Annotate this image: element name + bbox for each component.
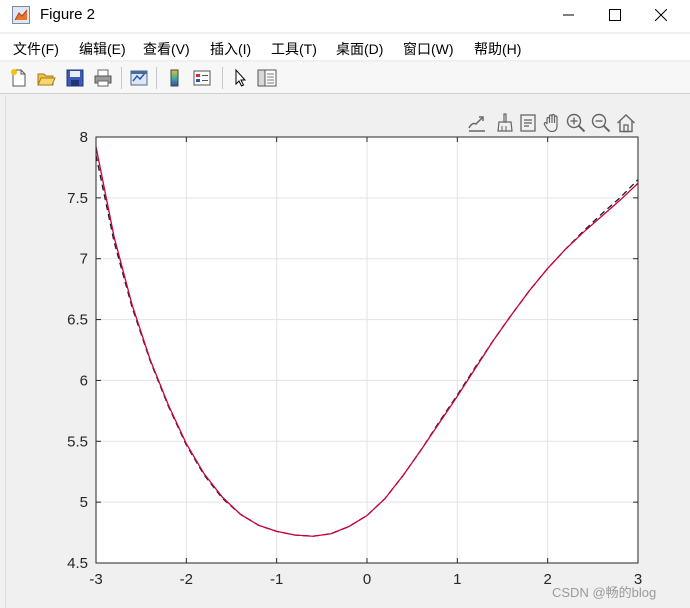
y-tick-label: 6.5	[67, 312, 88, 329]
x-tick-label: -2	[180, 571, 193, 588]
y-tick-label: 4.5	[67, 555, 88, 572]
y-tick-label: 6	[80, 372, 88, 389]
y-tick-label: 7.5	[67, 190, 88, 207]
watermark-text: CSDN @畅的blog	[552, 585, 657, 600]
y-tick-label: 7	[80, 251, 88, 268]
x-tick-label: -1	[270, 571, 283, 588]
y-tick-label: 5.5	[67, 433, 88, 450]
x-tick-label: -3	[89, 571, 102, 588]
x-tick-label: 0	[363, 571, 371, 588]
y-tick-label: 5	[80, 494, 88, 511]
y-tick-label: 8	[80, 129, 88, 146]
x-tick-label: 2	[543, 571, 551, 588]
x-tick-label: 1	[453, 571, 461, 588]
plot-axes[interactable]: -3 -2 -1 0 1 2 34.555.566.577.58	[0, 0, 690, 608]
